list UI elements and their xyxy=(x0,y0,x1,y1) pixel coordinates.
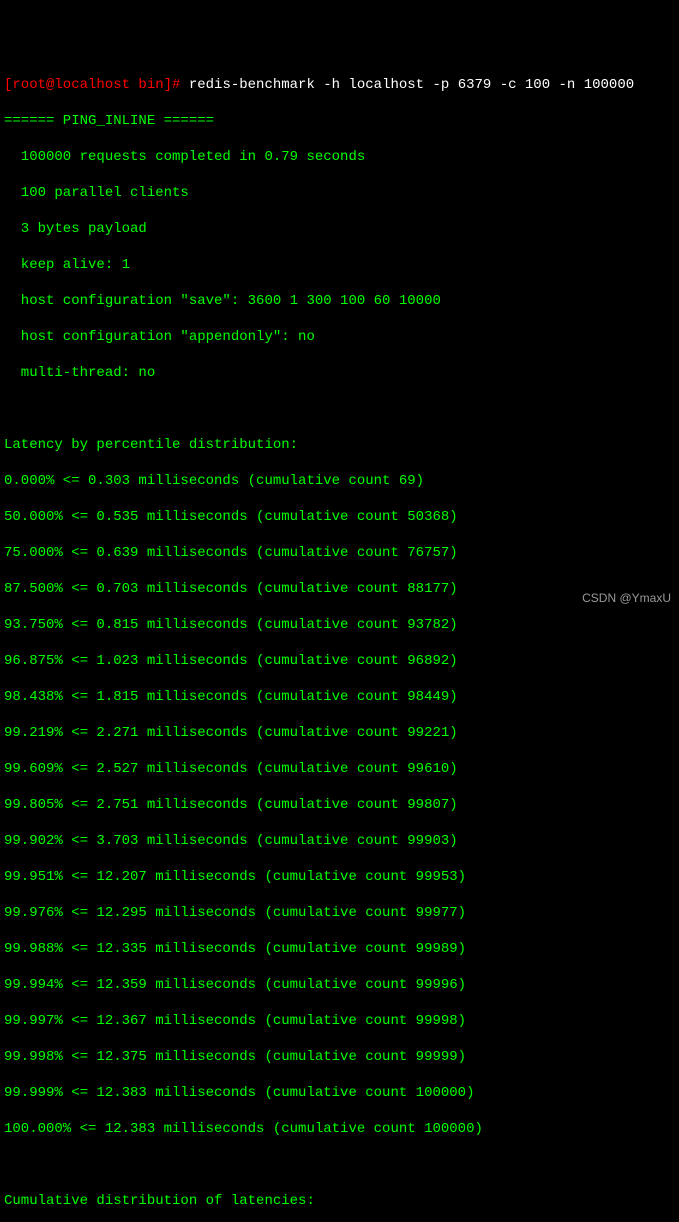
multithread-line: multi-thread: no xyxy=(4,364,675,382)
keepalive-line: keep alive: 1 xyxy=(4,256,675,274)
command-line[interactable]: [root@localhost bin]# redis-benchmark -h… xyxy=(4,76,675,94)
separator-line: ====== PING_INLINE ====== xyxy=(4,112,675,130)
latency-header: Latency by percentile distribution: xyxy=(4,436,675,454)
cumulative-header: Cumulative distribution of latencies: xyxy=(4,1192,675,1210)
latency-row: 99.219% <= 2.271 milliseconds (cumulativ… xyxy=(4,724,675,742)
blank-line xyxy=(4,1156,675,1174)
appendonly-line: host configuration "appendonly": no xyxy=(4,328,675,346)
clients-line: 100 parallel clients xyxy=(4,184,675,202)
latency-row: 99.988% <= 12.335 milliseconds (cumulati… xyxy=(4,940,675,958)
latency-row: 87.500% <= 0.703 milliseconds (cumulativ… xyxy=(4,580,675,598)
latency-row: 98.438% <= 1.815 milliseconds (cumulativ… xyxy=(4,688,675,706)
latency-row: 99.805% <= 2.751 milliseconds (cumulativ… xyxy=(4,796,675,814)
latency-row: 99.997% <= 12.367 milliseconds (cumulati… xyxy=(4,1012,675,1030)
latency-row: 99.976% <= 12.295 milliseconds (cumulati… xyxy=(4,904,675,922)
latency-row: 99.999% <= 12.383 milliseconds (cumulati… xyxy=(4,1084,675,1102)
latency-row: 0.000% <= 0.303 milliseconds (cumulative… xyxy=(4,472,675,490)
prompt-text: [root@localhost bin]# xyxy=(4,77,189,93)
payload-line: 3 bytes payload xyxy=(4,220,675,238)
latency-row: 99.902% <= 3.703 milliseconds (cumulativ… xyxy=(4,832,675,850)
save-config-line: host configuration "save": 3600 1 300 10… xyxy=(4,292,675,310)
latency-row: 96.875% <= 1.023 milliseconds (cumulativ… xyxy=(4,652,675,670)
latency-row: 93.750% <= 0.815 milliseconds (cumulativ… xyxy=(4,616,675,634)
requests-line: 100000 requests completed in 0.79 second… xyxy=(4,148,675,166)
command-text: redis-benchmark -h localhost -p 6379 -c … xyxy=(189,77,634,93)
blank-line xyxy=(4,400,675,418)
watermark-text: CSDN @YmaxU xyxy=(582,589,671,607)
latency-row: 100.000% <= 12.383 milliseconds (cumulat… xyxy=(4,1120,675,1138)
latency-row: 75.000% <= 0.639 milliseconds (cumulativ… xyxy=(4,544,675,562)
latency-row: 99.998% <= 12.375 milliseconds (cumulati… xyxy=(4,1048,675,1066)
latency-row: 99.609% <= 2.527 milliseconds (cumulativ… xyxy=(4,760,675,778)
latency-row: 99.994% <= 12.359 milliseconds (cumulati… xyxy=(4,976,675,994)
latency-row: 50.000% <= 0.535 milliseconds (cumulativ… xyxy=(4,508,675,526)
latency-row: 99.951% <= 12.207 milliseconds (cumulati… xyxy=(4,868,675,886)
